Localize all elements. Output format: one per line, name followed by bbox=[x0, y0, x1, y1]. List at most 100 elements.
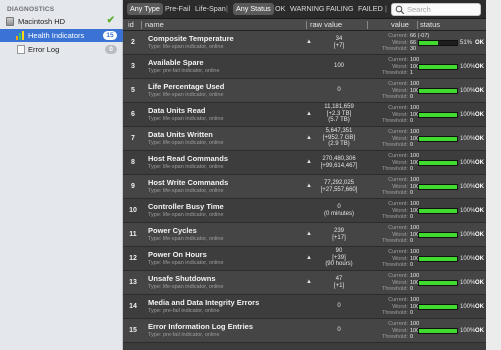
health-bar-fill bbox=[419, 65, 457, 69]
attribute-name-cell: Media and Data Integrity Errors Type: pre… bbox=[148, 298, 288, 314]
threshold-key: Threshold: bbox=[382, 70, 408, 77]
attribute-type: Type: life-span indicator, online bbox=[148, 164, 224, 170]
worst-key: Worst: bbox=[392, 183, 408, 190]
sidebar-item-health-indicators[interactable]: Health Indicators 15 bbox=[0, 29, 123, 42]
current-key: Current: bbox=[388, 297, 408, 303]
health-bar-fill bbox=[419, 161, 457, 165]
current-value: 66 (-07) bbox=[410, 33, 430, 39]
table-row[interactable]: 6 Data Units Read Type: life-span indicato… bbox=[123, 103, 486, 127]
column-header-name[interactable]: name bbox=[145, 20, 164, 29]
health-bar-fill bbox=[419, 281, 457, 285]
sidebar-item-disk[interactable]: Macintosh HD ✔ bbox=[0, 15, 123, 28]
filter-any-status[interactable]: Any Status bbox=[233, 3, 274, 15]
filter-warning[interactable]: WARNING bbox=[287, 3, 327, 15]
search-input[interactable] bbox=[407, 4, 479, 15]
attribute-name-cell: Error Information Log Entries Type: pre-f… bbox=[148, 322, 288, 338]
table-row[interactable]: 8 Host Read Commands Type: life-span indic… bbox=[123, 151, 486, 175]
filter-failing[interactable]: FAILING bbox=[323, 3, 357, 15]
health-bar bbox=[418, 112, 458, 118]
raw-value-line: (90 hours) bbox=[325, 261, 353, 267]
attribute-type: Type: life-span indicator, online bbox=[148, 92, 224, 98]
table-row[interactable]: 15 Error Information Log Entries Type: pre… bbox=[123, 319, 486, 343]
threshold-value: 1 bbox=[410, 70, 414, 77]
threshold-value: 0 bbox=[410, 142, 414, 149]
worst-key: Worst: bbox=[392, 327, 408, 334]
attribute-id: 12 bbox=[129, 255, 137, 262]
current-value: 100 bbox=[410, 297, 420, 303]
attribute-id: 7 bbox=[131, 135, 135, 142]
current-key: Current: bbox=[388, 273, 408, 279]
current-key: Current: bbox=[388, 201, 408, 207]
current-key: Current: bbox=[388, 153, 408, 159]
table-row[interactable]: 2 Composite Temperature Type: life-span in… bbox=[123, 31, 486, 55]
status-badge: OK bbox=[475, 112, 484, 118]
health-bar-fill bbox=[419, 305, 457, 309]
attribute-type: Type: pre-fail indicator, online bbox=[148, 332, 220, 338]
attribute-name: Power On Hours bbox=[148, 250, 207, 259]
current-key: Current: bbox=[388, 129, 408, 135]
attribute-type: Type: life-span indicator, online bbox=[148, 260, 224, 266]
health-bar bbox=[418, 184, 458, 190]
raw-value: 77,292,025 [+27,557,660] bbox=[311, 180, 367, 193]
attribute-name: Data Units Read bbox=[148, 106, 206, 115]
raw-value-line: 0 bbox=[337, 87, 341, 93]
table-row[interactable]: 10 Controller Busy Time Type: life-span in… bbox=[123, 199, 486, 223]
raw-value: 0 bbox=[311, 327, 367, 334]
raw-value-line: 100 bbox=[333, 63, 344, 69]
attribute-name: Power Cycles bbox=[148, 226, 197, 235]
attribute-id: 2 bbox=[131, 39, 135, 46]
raw-value: 270,480,306 [+99,614,467] bbox=[311, 156, 367, 169]
threshold-key: Threshold: bbox=[382, 310, 408, 317]
column-header-id[interactable]: id bbox=[128, 20, 134, 29]
health-bar bbox=[418, 304, 458, 310]
raw-value: 100 bbox=[311, 63, 367, 70]
sidebar: DIAGNOSTICS Macintosh HD ✔ Health Indica… bbox=[0, 0, 123, 350]
threshold-key: Threshold: bbox=[382, 238, 408, 245]
status-badge: OK bbox=[475, 184, 484, 190]
threshold-key: Threshold: bbox=[382, 286, 408, 293]
search-field[interactable] bbox=[391, 3, 481, 16]
sidebar-item-error-log[interactable]: Error Log 0 bbox=[0, 43, 123, 56]
table-row[interactable]: 12 Power On Hours Type: life-span indicato… bbox=[123, 247, 486, 271]
current-value: 100 bbox=[410, 57, 420, 63]
attribute-type: Type: life-span indicator, online bbox=[148, 188, 224, 194]
health-bar-fill bbox=[419, 89, 457, 93]
filter-failed[interactable]: FAILED bbox=[355, 3, 386, 15]
current-value: 100 bbox=[410, 153, 420, 159]
health-percent: 100% bbox=[460, 232, 476, 238]
threshold-value: 0 bbox=[410, 118, 414, 125]
attribute-name: Unsafe Shutdowns bbox=[148, 274, 216, 283]
threshold-value: 0 bbox=[410, 238, 414, 245]
raw-value: 0 bbox=[311, 303, 367, 310]
raw-value-line: [+7] bbox=[333, 42, 345, 49]
table-row[interactable]: 11 Power Cycles Type: life-span indicator,… bbox=[123, 223, 486, 247]
health-percent: 100% bbox=[460, 160, 476, 166]
attribute-name: Life Percentage Used bbox=[148, 82, 225, 91]
table-row[interactable]: 5 Life Percentage Used Type: life-span ind… bbox=[123, 79, 486, 103]
column-header-status[interactable]: status bbox=[420, 20, 440, 29]
table-row[interactable]: 3 Available Spare Type: pre-fail indicator… bbox=[123, 55, 486, 79]
table-row[interactable]: 14 Media and Data Integrity Errors Type: p… bbox=[123, 295, 486, 319]
status-badge: OK bbox=[475, 328, 484, 334]
table-row[interactable]: 13 Unsafe Shutdowns Type: life-span indica… bbox=[123, 271, 486, 295]
check-icon: ✔ bbox=[106, 15, 115, 26]
health-bar bbox=[418, 88, 458, 94]
current-key: Current: bbox=[388, 81, 408, 87]
filter-life-span[interactable]: Life-Span bbox=[192, 3, 229, 15]
table-row[interactable]: 9 Host Write Commands Type: life-span indi… bbox=[123, 175, 486, 199]
toolbar-separator: | bbox=[385, 4, 387, 13]
current-value: 100 bbox=[410, 177, 420, 183]
column-header-raw-value[interactable]: raw value bbox=[310, 20, 342, 29]
health-percent: 100% bbox=[460, 88, 476, 94]
filter-ok[interactable]: OK bbox=[272, 3, 288, 15]
table-row[interactable]: 7 Data Units Written Type: life-span indic… bbox=[123, 127, 486, 151]
attribute-id: 15 bbox=[129, 327, 137, 334]
column-header-value[interactable]: value bbox=[391, 20, 409, 29]
raw-value-line: (5.7 TB) bbox=[328, 117, 350, 123]
current-value: 100 bbox=[410, 105, 420, 111]
filter-pre-fail[interactable]: Pre-Fail bbox=[162, 3, 193, 15]
filter-any-type[interactable]: Any Type bbox=[127, 3, 163, 15]
attribute-type: Type: life-span indicator, online bbox=[148, 212, 224, 218]
raw-value: 0 bbox=[311, 87, 367, 94]
worst-key: Worst: bbox=[392, 279, 408, 286]
